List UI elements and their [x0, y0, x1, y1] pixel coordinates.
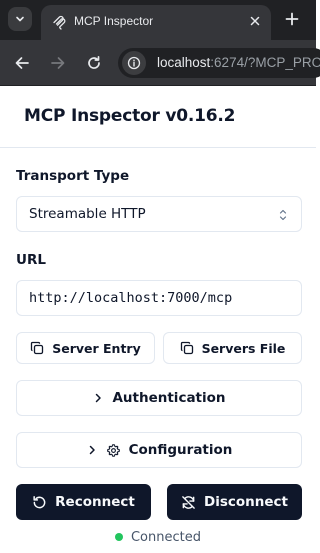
transport-type-label: Transport Type — [16, 168, 130, 184]
disconnect-button[interactable]: Disconnect — [167, 484, 302, 520]
disconnect-label: Disconnect — [204, 494, 288, 510]
close-icon — [250, 16, 260, 26]
chevron-right-icon — [89, 445, 95, 455]
refresh-cw-off-icon — [182, 495, 195, 509]
mcp-favicon-icon — [51, 14, 67, 30]
rotate-ccw-icon — [33, 495, 46, 508]
url-input-value: http://localhost:7000/mcp — [29, 290, 233, 306]
arrow-left-icon — [15, 57, 29, 69]
url-path: :6274/?MCP_PRO — [210, 55, 320, 70]
servers-file-label: Servers File — [201, 340, 286, 356]
chevron-right-icon — [96, 393, 102, 403]
transport-type-value: Streamable HTTP — [29, 206, 146, 222]
url-input[interactable]: http://localhost:7000/mcp — [16, 280, 302, 316]
reconnect-button[interactable]: Reconnect — [16, 484, 151, 520]
forward-button[interactable] — [47, 52, 69, 74]
servers-file-button[interactable]: Servers File — [163, 332, 302, 364]
inspector-sidebar: MCP Inspector v0.16.2 Transport Type Str… — [0, 87, 316, 553]
copy-icon — [31, 341, 44, 355]
configuration-label: Configuration — [128, 442, 233, 458]
gear-icon — [106, 443, 120, 457]
tab-list-button[interactable] — [8, 7, 32, 31]
new-tab-button[interactable] — [281, 8, 303, 30]
info-icon — [127, 56, 141, 70]
page-title: MCP Inspector v0.16.2 — [24, 106, 236, 126]
connection-status: Connected — [0, 528, 316, 546]
reload-button[interactable] — [83, 52, 105, 74]
server-entry-button[interactable]: Server Entry — [16, 332, 155, 364]
address-bar[interactable]: localhost:6274/?MCP_PRO — [118, 48, 320, 78]
reconnect-label: Reconnect — [55, 494, 135, 510]
tab-title: MCP Inspector — [74, 14, 154, 28]
browser-toolbar: localhost:6274/?MCP_PRO — [0, 40, 320, 86]
reload-icon — [88, 55, 100, 69]
status-indicator-dot — [114, 533, 123, 541]
configuration-toggle[interactable]: Configuration — [16, 432, 302, 468]
site-info-button[interactable] — [122, 51, 146, 75]
server-entry-label: Server Entry — [52, 340, 141, 356]
arrow-right-icon — [51, 57, 65, 69]
tab-close-button[interactable] — [247, 13, 263, 29]
browser-tab[interactable]: MCP Inspector — [41, 5, 271, 40]
sidebar-header: MCP Inspector v0.16.2 — [0, 87, 316, 148]
authentication-toggle[interactable]: Authentication — [16, 380, 302, 416]
browser-tabstrip: MCP Inspector — [0, 0, 316, 40]
url-text: localhost:6274/?MCP_PRO — [157, 55, 320, 70]
chevron-up-down-icon — [277, 207, 289, 223]
authentication-label: Authentication — [112, 390, 226, 406]
url-label: URL — [16, 252, 46, 268]
transport-type-select[interactable]: Streamable HTTP — [16, 196, 302, 232]
status-text: Connected — [130, 529, 201, 545]
plus-icon — [285, 12, 299, 26]
copy-icon — [180, 341, 193, 355]
url-host: localhost — [157, 55, 211, 70]
chevron-down-icon — [16, 16, 24, 22]
back-button[interactable] — [11, 52, 33, 74]
